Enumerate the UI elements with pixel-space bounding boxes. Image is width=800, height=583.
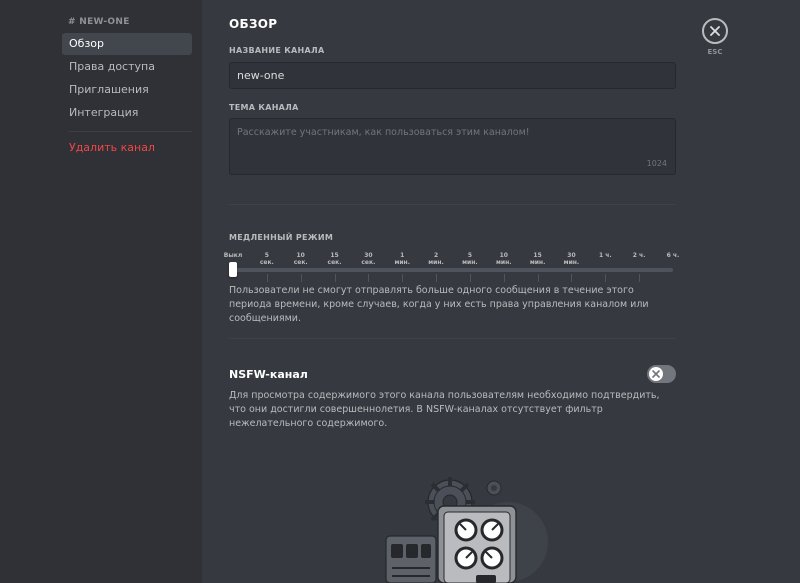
slowmode-description: Пользователи не смогут отправлять больше… — [229, 285, 649, 324]
section-divider — [229, 204, 676, 205]
sidebar-item-permissions[interactable]: Права доступа — [62, 56, 192, 78]
slider-tick — [639, 274, 641, 282]
slider-tick-label: 1 ч. — [598, 252, 612, 259]
x-icon — [652, 370, 660, 378]
slider-tick — [469, 274, 471, 282]
sidebar-divider — [68, 131, 192, 132]
topic-label: ТЕМА КАНАЛА — [229, 103, 299, 112]
topic-placeholder: Расскажите участникам, как пользоваться … — [237, 127, 530, 138]
settings-illustration — [385, 477, 548, 583]
sidebar-item-integrations[interactable]: Интеграция — [62, 102, 192, 124]
slowmode-label: МЕДЛЕННЫЙ РЕЖИМ — [229, 233, 334, 242]
toggle-knob — [649, 367, 663, 381]
slider-tick-label: 2 мин. — [428, 252, 444, 266]
slider-tick-label: 15 мин. — [529, 252, 546, 266]
channel-name-label: НАЗВАНИЕ КАНАЛА — [229, 46, 325, 55]
section-divider — [229, 338, 676, 339]
slider-tick — [402, 274, 404, 282]
slider-tick-label: 5 сек. — [259, 252, 274, 266]
channel-name-header: # NEW-ONE — [68, 17, 130, 27]
close-icon — [710, 26, 720, 36]
slider-tick — [537, 274, 539, 282]
topic-char-counter: 1024 — [646, 159, 667, 168]
nsfw-description: Для просмотра содержимого этого канала п… — [229, 390, 660, 429]
slider-tick-label: 5 мин. — [462, 252, 478, 266]
slider-tick-label: 30 сек. — [361, 252, 376, 266]
slider-tick — [300, 274, 302, 282]
slider-tick-label: Выкл — [223, 252, 243, 259]
slider-tick-label: 2 ч. — [632, 252, 646, 259]
sidebar-item-overview[interactable]: Обзор — [62, 33, 192, 55]
close-button[interactable] — [702, 18, 728, 44]
slider-handle[interactable] — [229, 262, 237, 277]
slider-tick-label: 30 мин. — [563, 252, 580, 266]
slider-tick — [334, 274, 336, 282]
slider-tick — [503, 274, 505, 282]
nsfw-title: NSFW-канал — [229, 368, 308, 381]
settings-sidebar: # NEW-ONE Обзор Права доступа Приглашени… — [0, 0, 202, 583]
channel-name-input[interactable]: new-one — [229, 62, 676, 89]
nsfw-toggle[interactable] — [647, 365, 676, 383]
slider-tick — [266, 274, 268, 282]
delete-channel-button[interactable]: Удалить канал — [62, 137, 192, 159]
page-title: ОБЗОР — [229, 17, 278, 31]
slider-tick-label: 10 сек. — [293, 252, 308, 266]
sidebar-item-invites[interactable]: Приглашения — [62, 79, 192, 101]
slider-track[interactable] — [233, 268, 673, 272]
slider-tick — [368, 274, 370, 282]
slowmode-slider[interactable]: Выкл 5 сек. 10 сек. 15 сек. 30 сек. 1 мин. 2 мин. 5 ми… — [224, 248, 679, 288]
slider-tick — [436, 274, 438, 282]
slider-tick-label: 6 ч. — [666, 252, 680, 259]
topic-textarea[interactable]: Расскажите участникам, как пользоваться … — [229, 118, 676, 175]
slider-tick — [605, 274, 607, 282]
slider-tick-label: 1 мин. — [394, 252, 410, 266]
slider-tick — [571, 274, 573, 282]
slider-tick-label: 10 мин. — [495, 252, 512, 266]
slider-tick-label: 15 сек. — [327, 252, 342, 266]
esc-label: ESC — [707, 48, 723, 56]
